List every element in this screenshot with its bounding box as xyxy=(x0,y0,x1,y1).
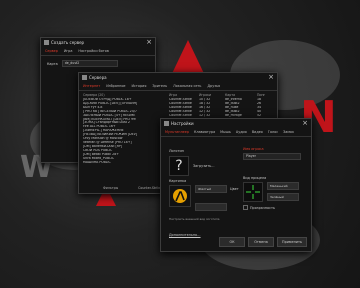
spray-section: Логотип ? Загрузить… xyxy=(169,149,215,176)
map-select[interactable]: de_dust2 xyxy=(61,60,118,67)
player-name-section: Имя игрока Player xyxy=(243,147,301,160)
avatar-label: Картинка xyxy=(169,179,187,183)
tab-bar: Интернет Избранное История Зритель Локал… xyxy=(79,82,277,91)
crosshair-preview-icon xyxy=(243,182,263,202)
tab-spectate[interactable]: Зритель xyxy=(152,84,167,88)
column-players[interactable]: Игроки xyxy=(199,93,225,97)
dialog-title-bar: Сервера × xyxy=(79,73,277,82)
tab-favorites[interactable]: Избранное xyxy=(106,84,125,88)
logo-color-select[interactable]: Жёлтый xyxy=(195,185,227,193)
crosshair-row: Маленький Зелёный xyxy=(243,182,299,202)
filters-label[interactable]: Фильтры xyxy=(103,186,118,190)
tab-video[interactable]: Видео xyxy=(252,130,263,134)
tab-internet[interactable]: Интернет xyxy=(83,84,100,88)
ok-button[interactable]: ОК xyxy=(219,237,245,247)
logo-row: Жёлтый Цвет xyxy=(169,185,239,215)
column-servers[interactable]: Сервера (20) xyxy=(83,93,169,97)
map-label: Карта xyxy=(47,61,58,66)
tab-bar: Сервер Игра Настройки ботов xyxy=(41,47,155,56)
crosshair-color-select[interactable]: Зелёный xyxy=(267,193,299,201)
tab-bar: Мультиплеер Клавиатура Мышь Аудио Видео … xyxy=(161,128,311,137)
lambda-logo xyxy=(169,185,191,207)
server-name-column: [БОЕВОЙ ОТРЯД] PUBLIC 18+ АДСКИЙ PUBLIC … xyxy=(83,98,169,164)
tab-friends[interactable]: Друзья xyxy=(207,84,220,88)
lambda-icon xyxy=(173,189,187,203)
dialog-title: Настройки xyxy=(171,121,194,126)
app-icon xyxy=(44,40,49,45)
tab-lan[interactable]: Локальная сеть xyxy=(173,84,201,88)
tab-server[interactable]: Сервер xyxy=(45,49,58,53)
player-name-input[interactable]: Player xyxy=(243,153,301,160)
dialog-title: Сервера xyxy=(89,75,107,80)
spray-label: Логотип xyxy=(169,149,184,153)
crosshair-label: Вид прицела xyxy=(243,176,267,180)
tab-game[interactable]: Игра xyxy=(64,49,73,53)
dialog-buttons: ОК Отмена Применить xyxy=(219,237,307,247)
game-filter[interactable]: Counter-Strike xyxy=(138,186,161,190)
transparent-row: Прозрачность xyxy=(243,205,299,210)
dialog-title-bar: Настройки × xyxy=(161,119,311,128)
spray-row: ? Загрузить… xyxy=(169,156,215,176)
close-icon[interactable]: × xyxy=(302,120,308,127)
column-map[interactable]: Карта xyxy=(225,93,257,97)
transparent-checkbox[interactable] xyxy=(243,205,248,210)
transparent-label: Прозрачность xyxy=(250,205,275,210)
column-ping[interactable]: Пинг xyxy=(257,93,265,97)
advanced-link[interactable]: Дополнительно… xyxy=(169,233,201,237)
close-icon[interactable]: × xyxy=(146,39,152,46)
server-list-header: Сервера (20) Игра Игроки Карта Пинг xyxy=(79,91,277,97)
question-mark-icon: ? xyxy=(169,156,189,176)
crosshair-section: Вид прицела Маленький Зелёный Прозрачнос… xyxy=(243,176,299,210)
tab-keyboard[interactable]: Клавиатура xyxy=(194,130,215,134)
browse-button[interactable]: Загрузить… xyxy=(193,164,215,168)
app-icon xyxy=(82,75,87,80)
logo-color-label: Цвет xyxy=(230,187,239,191)
tab-history[interactable]: История xyxy=(132,84,147,88)
dialog-title-bar: Создать сервер × xyxy=(41,38,155,47)
tab-bot-settings[interactable]: Настройки ботов xyxy=(78,49,108,53)
crosshair-options: Маленький Зелёный xyxy=(267,182,299,202)
tab-voice[interactable]: Голос xyxy=(268,130,278,134)
close-icon[interactable]: × xyxy=(268,74,274,81)
player-name-label: Имя игрока xyxy=(243,147,264,151)
logo-color-row: Жёлтый Цвет xyxy=(195,185,239,193)
filters-row: Фильтры Counter-Strike xyxy=(103,186,161,190)
logo-extra-select[interactable] xyxy=(195,203,227,211)
map-row: Карта de_dust2 xyxy=(41,56,155,71)
column-game[interactable]: Игра xyxy=(169,93,199,97)
list-item[interactable]: МАШИНА PUBLIC xyxy=(83,161,169,165)
hint-text: Настроить внешний вид логотипа xyxy=(169,217,220,221)
logo-section: Картинка Жёлтый Цвет Настроить внешний в… xyxy=(169,179,239,221)
tab-lock[interactable]: Замок xyxy=(283,130,294,134)
tab-multiplayer[interactable]: Мультиплеер xyxy=(165,130,189,134)
app-icon xyxy=(164,121,169,126)
crosshair-size-select[interactable]: Маленький xyxy=(267,182,299,190)
tab-audio[interactable]: Аудио xyxy=(236,130,247,134)
logo-extra-row xyxy=(195,196,239,215)
tab-mouse[interactable]: Мышь xyxy=(220,130,231,134)
cancel-button[interactable]: Отмена xyxy=(248,237,274,247)
apply-button[interactable]: Применить xyxy=(277,237,307,247)
logo-options: Жёлтый Цвет xyxy=(195,185,239,215)
dialog-title: Создать сервер xyxy=(51,40,85,45)
settings-dialog: Настройки × Мультиплеер Клавиатура Мышь … xyxy=(160,118,312,252)
